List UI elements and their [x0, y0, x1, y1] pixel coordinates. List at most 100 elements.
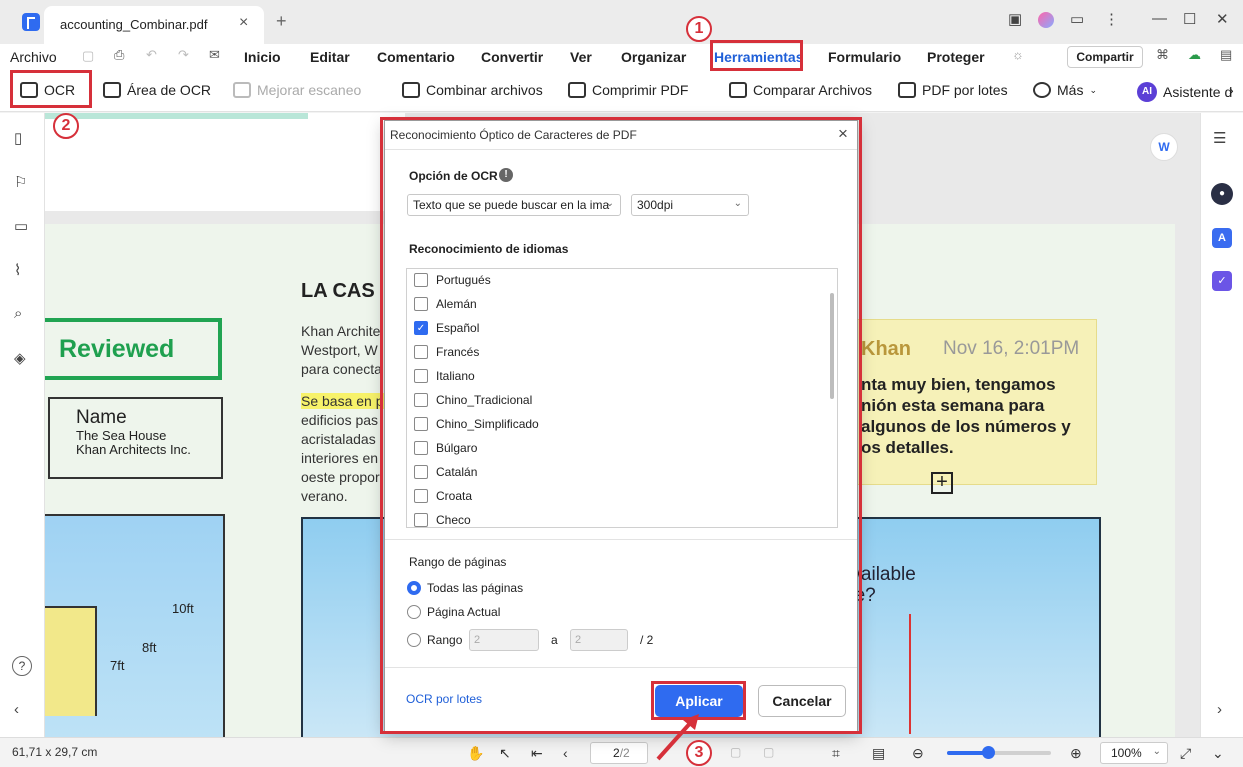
- page-layout-icon[interactable]: ▤: [872, 745, 885, 762]
- combine-files-button[interactable]: Combinar archivos: [402, 82, 543, 98]
- translate-icon[interactable]: A: [1212, 228, 1232, 248]
- note-line: nión esta semana para: [861, 396, 1045, 415]
- menu-comentario[interactable]: Comentario: [377, 49, 455, 65]
- compress-icon: [568, 82, 586, 98]
- collapse-right-icon[interactable]: ›: [1217, 701, 1222, 718]
- enhance-scan-button[interactable]: Mejorar escaneo: [233, 82, 361, 98]
- cloud-sync-icon[interactable]: ☁: [1188, 47, 1201, 63]
- first-page-icon[interactable]: ⇤: [531, 745, 543, 762]
- ai-assistant-button[interactable]: AI Asistente d: [1137, 82, 1232, 102]
- mail-icon[interactable]: ✉: [209, 47, 220, 63]
- note-text: nta muy bien, tengamos nión esta semana …: [861, 374, 1071, 458]
- menu-editar[interactable]: Editar: [310, 49, 350, 65]
- expand-note-icon[interactable]: +: [931, 472, 953, 494]
- menu-inicio[interactable]: Inicio: [244, 49, 281, 65]
- menu-archivo[interactable]: Archivo: [10, 49, 57, 65]
- body-line: interiores en: [301, 450, 379, 466]
- task-check-icon[interactable]: ✓: [1212, 271, 1232, 291]
- page-number-field[interactable]: 2/2: [590, 742, 648, 764]
- comment-icon[interactable]: ▭: [14, 217, 28, 235]
- highlight-dialog: [380, 117, 862, 734]
- zoom-in-icon[interactable]: ⊕: [1070, 745, 1082, 762]
- menu-ver[interactable]: Ver: [570, 49, 592, 65]
- title-bar: accounting_Combinar.pdf × + ▣ ▭ ⋮ — ☐ ✕: [0, 0, 1243, 44]
- note-line: algunos de los números y: [861, 417, 1071, 436]
- prev-page-icon[interactable]: ‹: [563, 745, 568, 761]
- layers-icon[interactable]: ◈: [14, 349, 26, 367]
- bookmark-icon[interactable]: ⚐: [14, 173, 27, 191]
- print-icon[interactable]: ⎙: [114, 47, 124, 63]
- last-page-icon[interactable]: ▢: [763, 745, 774, 759]
- left-sidebar: ▯ ⚐ ▭ ⌇ ⌕ ◈ ? ‹: [0, 113, 45, 737]
- printer-icon: [233, 82, 251, 98]
- body-line: Westport, W: [301, 342, 378, 358]
- collapse-left-icon[interactable]: ‹: [14, 701, 19, 718]
- select-tool-icon[interactable]: ↖: [499, 745, 511, 762]
- zoom-level-select[interactable]: 100% ⌄: [1100, 742, 1168, 764]
- workflow-icon[interactable]: ⌘: [1156, 47, 1169, 63]
- notification-icon[interactable]: ▣: [1008, 10, 1022, 28]
- compress-pdf-button[interactable]: Comprimir PDF: [568, 82, 688, 98]
- pages-icon[interactable]: ▯: [14, 129, 22, 147]
- word-convert-icon[interactable]: W: [1150, 133, 1178, 161]
- properties-icon[interactable]: ☰: [1213, 129, 1226, 147]
- batch-label: PDF por lotes: [922, 82, 1008, 98]
- combine-icon: [402, 82, 420, 98]
- close-window-icon[interactable]: ✕: [1216, 10, 1229, 28]
- chevron-right-icon[interactable]: ›: [1229, 82, 1234, 98]
- maximize-icon[interactable]: ☐: [1183, 10, 1196, 28]
- area-ocr-button[interactable]: Área de OCR: [103, 82, 211, 98]
- height-label: 10ft: [172, 601, 194, 616]
- next-page-icon[interactable]: ▢: [730, 745, 741, 759]
- document-tab[interactable]: accounting_Combinar.pdf ×: [44, 6, 264, 44]
- page-dimensions: 61,71 x 29,7 cm: [12, 745, 98, 759]
- batch-pdf-button[interactable]: PDF por lotes: [898, 82, 1008, 98]
- search-icon[interactable]: ⌕: [14, 305, 22, 322]
- fullscreen-icon[interactable]: ⤢: [1180, 745, 1191, 762]
- ai-assistant-label: Asistente d: [1163, 84, 1233, 100]
- attachment-icon[interactable]: ⌇: [14, 261, 21, 279]
- undo-icon[interactable]: ↶: [146, 47, 157, 63]
- area-ocr-label: Área de OCR: [127, 82, 212, 98]
- save-icon[interactable]: ▢: [82, 48, 94, 64]
- sticky-note[interactable]: Khan Nov 16, 2:01PM nta muy bien, tengam…: [850, 319, 1097, 485]
- body-line: oeste propor: [301, 469, 380, 485]
- note-line: nta muy bien, tengamos: [861, 375, 1056, 394]
- body-line: acristaladas: [301, 431, 376, 447]
- fit-page-icon[interactable]: ⌗: [832, 745, 840, 762]
- menu-organizar[interactable]: Organizar: [621, 49, 686, 65]
- avatar[interactable]: [1038, 12, 1054, 28]
- zoom-slider-handle[interactable]: [982, 746, 995, 759]
- more-tools-button[interactable]: Más ⌄: [1033, 82, 1097, 98]
- redo-icon[interactable]: ↷: [178, 47, 189, 63]
- app-logo-icon: [22, 13, 40, 31]
- panel-icon[interactable]: ▤: [1220, 47, 1232, 63]
- more-options-icon[interactable]: ⋮: [1104, 10, 1119, 28]
- ai-robot-icon[interactable]: ●: [1211, 183, 1233, 205]
- area-ocr-icon: [103, 82, 121, 98]
- body-line: edificios pas: [301, 412, 379, 428]
- lightbulb-icon[interactable]: ☼: [1012, 47, 1024, 62]
- close-tab-icon[interactable]: ×: [239, 14, 248, 32]
- menu-proteger[interactable]: Proteger: [927, 49, 985, 65]
- new-tab-icon[interactable]: +: [276, 11, 287, 32]
- body-text: Khan Archite Westport, W para conecta Se…: [301, 322, 384, 506]
- highlight-ocr: [10, 70, 92, 108]
- menu-convertir[interactable]: Convertir: [481, 49, 543, 65]
- zoom-out-icon[interactable]: ⊖: [912, 745, 924, 762]
- right-sidebar: ☰ ● A ✓ ›: [1200, 113, 1243, 737]
- compare-files-button[interactable]: Comparar Archivos: [729, 82, 872, 98]
- step-1-marker: 1: [686, 16, 712, 42]
- ai-icon: AI: [1137, 82, 1157, 102]
- collapse-status-icon[interactable]: ⌄: [1212, 745, 1224, 762]
- feedback-icon[interactable]: ▭: [1070, 10, 1084, 28]
- zoom-level: 100%: [1111, 746, 1142, 760]
- menu-formulario[interactable]: Formulario: [828, 49, 901, 65]
- help-icon[interactable]: ?: [12, 656, 32, 676]
- document-tab-title: accounting_Combinar.pdf: [60, 17, 208, 32]
- blueprint-image: 10ft 8ft 7ft: [45, 514, 225, 737]
- hand-tool-icon[interactable]: ✋: [467, 745, 484, 762]
- share-button[interactable]: Compartir: [1067, 46, 1143, 68]
- minimize-icon[interactable]: —: [1152, 10, 1167, 27]
- combine-label: Combinar archivos: [426, 82, 543, 98]
